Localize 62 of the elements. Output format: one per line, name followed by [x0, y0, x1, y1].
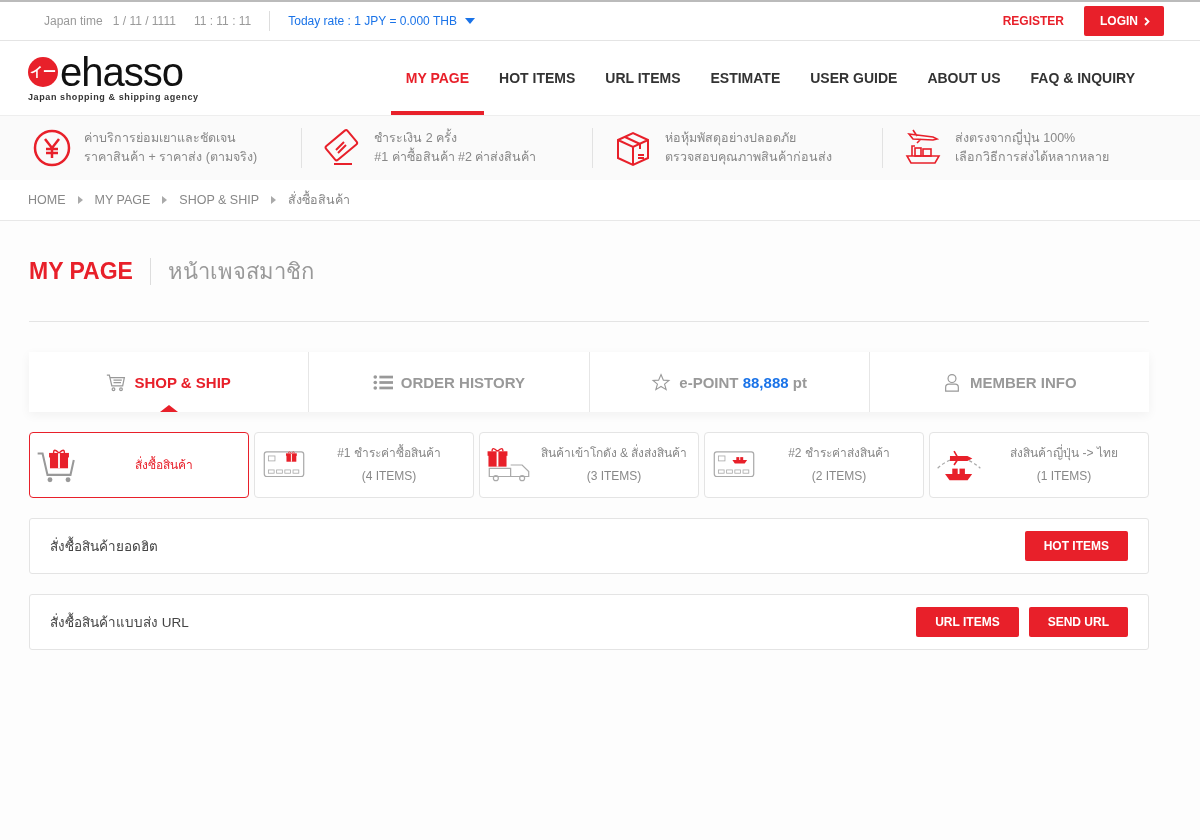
feature-text: ค่าบริการย่อมเยาและชัดเจน	[84, 130, 237, 147]
logo-wordmark[interactable]: ehasso	[60, 54, 183, 90]
order-step-card[interactable]: สินค้าเข้าโกดัง & สั่งส่งสินค้า (3 ITEMS)	[479, 432, 699, 498]
feature-text: ตรวจสอบคุณภาพสินค้าก่อนส่ง	[664, 149, 832, 167]
step-title: #2 ชำระค่าส่งสินค้า	[788, 445, 890, 462]
yen-icon	[32, 128, 72, 168]
order-step-card[interactable]: #2 ชำระค่าส่งสินค้า (2 ITEMS)	[704, 432, 924, 498]
step-title: สั่งซื้อสินค้า	[135, 455, 193, 474]
order-step-card[interactable]: ส่งสินค้าญี่ปุ่น -> ไทย (1 ITEMS)	[929, 432, 1149, 498]
option-label: สั่งซื้อสินค้ายอดฮิต	[50, 535, 1025, 557]
nav-link[interactable]: URL ITEMS	[590, 41, 696, 115]
nav-link[interactable]: ABOUT US	[912, 41, 1016, 115]
order-step-card[interactable]: #1 ชำระค่าซื้อสินค้า (4 ITEMS)	[254, 432, 474, 498]
japan-time: 11 : 11 : 11	[193, 14, 252, 28]
register-link[interactable]: REGISTER	[1002, 14, 1064, 28]
option-label: สั่งซื้อสินค้าแบบส่ง URL	[50, 611, 917, 633]
cart-icon	[106, 372, 127, 392]
page-title: MY PAGE	[29, 257, 151, 285]
feature-text: ราคาสินค้า + ราคาส่ง (ตามจริง)	[84, 149, 258, 166]
caret-down-icon[interactable]	[464, 18, 475, 24]
step-count: (1 ITEMS)	[1036, 468, 1092, 485]
action-button[interactable]: URL ITEMS	[916, 607, 1019, 637]
breadcrumb-separator-icon	[271, 196, 276, 204]
breadcrumb-separator-icon	[162, 196, 168, 204]
active-tab-pointer	[159, 405, 178, 412]
action-button[interactable]: SEND URL	[1028, 607, 1128, 637]
step-title: ส่งสินค้าญี่ปุ่น -> ไทย	[1010, 443, 1118, 463]
logo-tagline: Japan shopping & shipping agency	[28, 92, 199, 102]
japan-time-label: Japan time	[44, 14, 103, 28]
member-tab[interactable]: SHOP & SHIP	[29, 352, 309, 412]
japan-date: 1 / 11 / 1111	[112, 14, 176, 28]
feature-text: เลือกวิธีการส่งได้หลากหลาย	[954, 149, 1109, 166]
star-icon	[651, 372, 672, 392]
breadcrumb-separator-icon	[77, 196, 83, 204]
step-count: (2 ITEMS)	[811, 468, 867, 485]
step-count: (3 ITEMS)	[586, 468, 642, 485]
member-tab[interactable]: e-POINT 88,888 pt	[588, 352, 869, 412]
page-subtitle: หน้าเพจสมาชิก	[166, 257, 314, 286]
step-title: สินค้าเข้าโกดัง & สั่งส่งสินค้า	[540, 443, 688, 462]
action-button[interactable]: HOT ITEMS	[1024, 531, 1128, 561]
nav-link[interactable]: USER GUIDE	[795, 41, 913, 115]
nav-link[interactable]: FAQ & INQUIRY	[1015, 41, 1150, 115]
exchange-rate-dropdown[interactable]: Today rate : 1 JPY = 0.000 THB	[288, 14, 475, 28]
login-button[interactable]: LOGIN	[1084, 6, 1164, 36]
breadcrumb-item: สั่งซื้อสินค้า	[288, 190, 350, 210]
step-count: (4 ITEMS)	[361, 468, 417, 485]
order-step-card[interactable]: สั่งซื้อสินค้า	[29, 432, 249, 498]
breadcrumb-item[interactable]: HOME	[28, 193, 66, 207]
logo-mark[interactable]: イー	[28, 57, 58, 87]
member-tab[interactable]: ORDER HISTORY	[308, 352, 589, 412]
chevron-right-icon	[1144, 16, 1150, 26]
nav-link[interactable]: ESTIMATE	[695, 41, 796, 115]
feature-text: #1 ค่าซื้อสินค้า #2 ค่าส่งสินค้า	[374, 148, 537, 167]
breadcrumb-item[interactable]: MY PAGE	[94, 193, 151, 207]
member-tab[interactable]: MEMBER INFO	[868, 352, 1149, 412]
breadcrumb-item[interactable]: SHOP & SHIP	[179, 193, 259, 207]
feature-text: ห่อหุ้มพัสดุอย่างปลอดภัย	[664, 130, 797, 148]
list-icon	[372, 372, 393, 392]
step-title: #1 ชำระค่าซื้อสินค้า	[337, 443, 441, 462]
nav-link[interactable]: HOT ITEMS	[484, 41, 591, 115]
feature-text: ชำระเงิน 2 ครั้ง	[374, 129, 537, 148]
feature-text: ส่งตรงจากญี่ปุ่น 100%	[954, 129, 1077, 148]
